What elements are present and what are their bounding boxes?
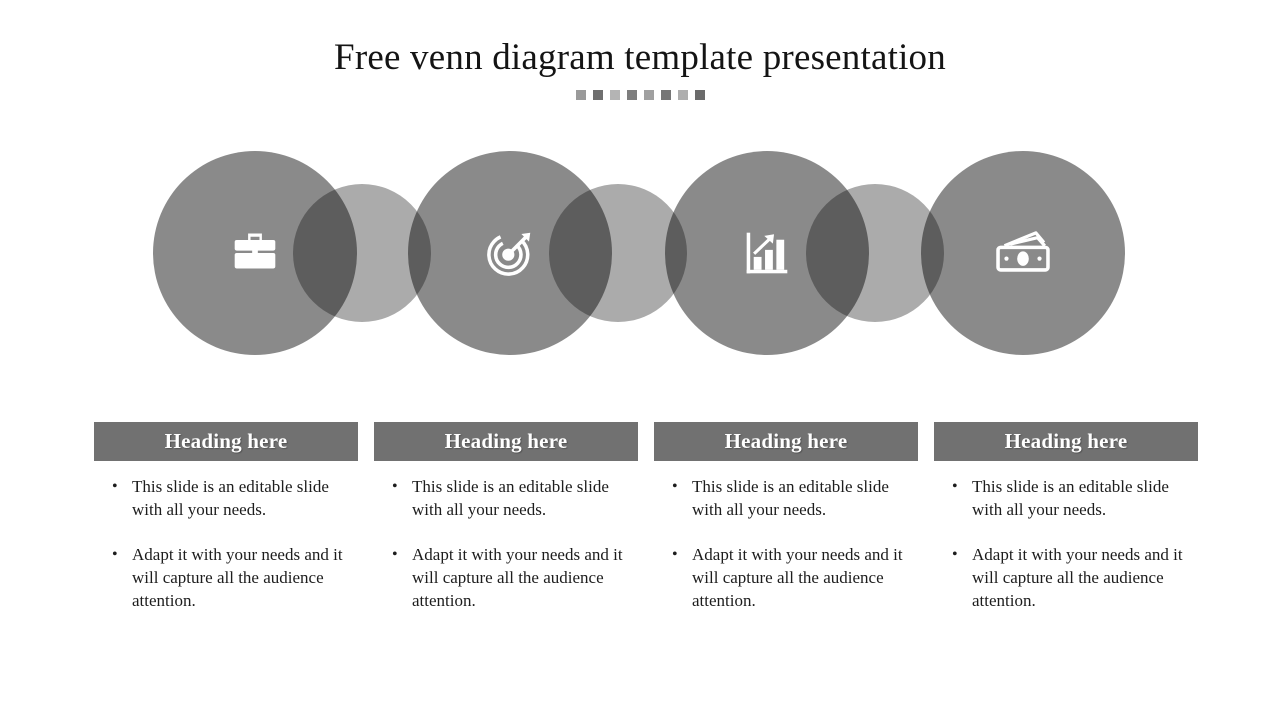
column-bullet-list-2: • This slide is an editable slide with al… — [374, 475, 638, 612]
bullet-marker: • — [672, 478, 678, 495]
venn-diagram — [0, 140, 1280, 375]
bullet-text: This slide is an editable slide with all… — [972, 477, 1169, 519]
divider-square-3 — [609, 90, 620, 100]
bullet-text: Adapt it with your needs and it will cap… — [972, 545, 1183, 610]
column-heading-bar-1[interactable]: Heading here — [94, 422, 358, 461]
list-item: • This slide is an editable slide with al… — [948, 475, 1198, 521]
divider-square-4 — [626, 90, 637, 100]
column-heading-bar-3[interactable]: Heading here — [654, 422, 918, 461]
venn-circle-4[interactable] — [921, 151, 1125, 355]
bullet-text: This slide is an editable slide with all… — [412, 477, 609, 519]
slide-canvas: Free venn diagram template presentation — [0, 0, 1280, 720]
bullet-marker: • — [392, 478, 398, 495]
venn-circle-1[interactable] — [153, 151, 357, 355]
bullet-text: Adapt it with your needs and it will cap… — [692, 545, 903, 610]
list-item: • Adapt it with your needs and it will ca… — [388, 543, 638, 612]
column-heading-text-4: Heading here — [1004, 429, 1128, 453]
list-item: • This slide is an editable slide with al… — [388, 475, 638, 521]
content-column-1: Heading here • This slide is an editable s… — [94, 422, 358, 652]
divider-square-2 — [592, 90, 603, 100]
column-heading-bar-2[interactable]: Heading here — [374, 422, 638, 461]
column-bullet-list-3: • This slide is an editable slide with al… — [654, 475, 918, 612]
list-item: • This slide is an editable slide with al… — [108, 475, 358, 521]
venn-circle-3[interactable] — [665, 151, 869, 355]
bullet-text: This slide is an editable slide with all… — [132, 477, 329, 519]
column-heading-text-2: Heading here — [444, 429, 568, 453]
column-heading-bar-4[interactable]: Heading here — [934, 422, 1198, 461]
column-bullet-list-1: • This slide is an editable slide with al… — [94, 475, 358, 612]
bullet-marker: • — [952, 478, 958, 495]
list-item: • This slide is an editable slide with al… — [668, 475, 918, 521]
bullet-marker: • — [952, 546, 958, 563]
bullet-marker: • — [112, 478, 118, 495]
divider-square-8 — [694, 90, 705, 100]
column-heading-text-3: Heading here — [724, 429, 848, 453]
divider-square-1 — [575, 90, 586, 100]
column-heading-text-1: Heading here — [164, 429, 288, 453]
list-item: • Adapt it with your needs and it will ca… — [668, 543, 918, 612]
divider-square-6 — [660, 90, 671, 100]
bullet-marker: • — [112, 546, 118, 563]
content-column-3: Heading here • This slide is an editable s… — [654, 422, 918, 652]
bullet-marker: • — [392, 546, 398, 563]
page-title: Free venn diagram template presentation — [334, 37, 946, 78]
divider-square-5 — [643, 90, 654, 100]
bullet-text: Adapt it with your needs and it will cap… — [412, 545, 623, 610]
list-item: • Adapt it with your needs and it will ca… — [948, 543, 1198, 612]
venn-circle-2[interactable] — [408, 151, 612, 355]
column-bullet-list-4: • This slide is an editable slide with al… — [934, 475, 1198, 612]
decorative-squares — [0, 90, 1280, 100]
bullet-marker: • — [672, 546, 678, 563]
bullet-text: Adapt it with your needs and it will cap… — [132, 545, 343, 610]
content-column-2: Heading here • This slide is an editable s… — [374, 422, 638, 652]
bullet-text: This slide is an editable slide with all… — [692, 477, 889, 519]
content-column-4: Heading here • This slide is an editable s… — [934, 422, 1198, 652]
list-item: • Adapt it with your needs and it will ca… — [108, 543, 358, 612]
divider-square-7 — [677, 90, 688, 100]
content-columns: Heading here • This slide is an editable s… — [94, 422, 1198, 652]
